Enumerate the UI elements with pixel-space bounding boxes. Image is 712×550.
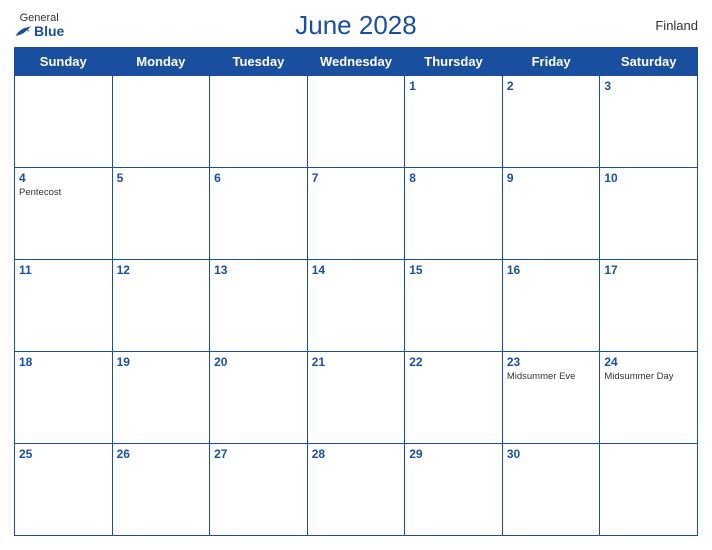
- calendar-cell: [307, 76, 405, 168]
- calendar-cell: 21: [307, 352, 405, 444]
- logo: General Blue: [14, 13, 64, 38]
- calendar-cell: [15, 76, 113, 168]
- calendar-cell: 23 Midsummer Eve: [502, 352, 600, 444]
- calendar-week-row: 18 19 20 21 22 23 Midsummer Eve 24 Midsummer Day: [15, 352, 698, 444]
- header-sunday: Sunday: [15, 48, 113, 76]
- day-number: 5: [117, 171, 206, 185]
- header-thursday: Thursday: [405, 48, 503, 76]
- weekday-header-row: Sunday Monday Tuesday Wednesday Thursday…: [15, 48, 698, 76]
- day-number: 23: [507, 355, 596, 369]
- calendar-cell: 12: [112, 260, 210, 352]
- calendar-week-row: 4 Pentecost 56789 10: [15, 168, 698, 260]
- calendar-cell: [600, 444, 698, 536]
- day-number: 29: [409, 447, 498, 461]
- header-tuesday: Tuesday: [210, 48, 308, 76]
- day-number: 28: [312, 447, 401, 461]
- calendar-cell: 9: [502, 168, 600, 260]
- calendar-cell: 4 Pentecost: [15, 168, 113, 260]
- day-number: 18: [19, 355, 108, 369]
- day-number: 30: [507, 447, 596, 461]
- day-number: 11: [19, 263, 108, 277]
- calendar-cell: 5: [112, 168, 210, 260]
- day-number: 25: [19, 447, 108, 461]
- calendar-cell: 8: [405, 168, 503, 260]
- calendar-cell: 3: [600, 76, 698, 168]
- calendar-cell: 25: [15, 444, 113, 536]
- day-number: 16: [507, 263, 596, 277]
- calendar-cell: 27: [210, 444, 308, 536]
- calendar-header: General Blue June 2028 Finland: [14, 10, 698, 41]
- calendar-cell: 30: [502, 444, 600, 536]
- calendar-cell: 14: [307, 260, 405, 352]
- calendar-cell: 7: [307, 168, 405, 260]
- holiday-name: Pentecost: [19, 187, 108, 198]
- header-monday: Monday: [112, 48, 210, 76]
- holiday-name: Midsummer Eve: [507, 371, 596, 382]
- calendar-cell: 10: [600, 168, 698, 260]
- calendar-cell: 26: [112, 444, 210, 536]
- header-saturday: Saturday: [600, 48, 698, 76]
- day-number: 26: [117, 447, 206, 461]
- calendar-cell: 15: [405, 260, 503, 352]
- calendar-cell: 6: [210, 168, 308, 260]
- calendar-cell: 28: [307, 444, 405, 536]
- header-wednesday: Wednesday: [307, 48, 405, 76]
- logo-bird-icon: [14, 24, 32, 38]
- calendar-cell: 22: [405, 352, 503, 444]
- calendar-cell: 13: [210, 260, 308, 352]
- calendar-cell: 19: [112, 352, 210, 444]
- day-number: 8: [409, 171, 498, 185]
- calendar-cell: 11: [15, 260, 113, 352]
- day-number: 24: [604, 355, 693, 369]
- calendar-cell: 20: [210, 352, 308, 444]
- day-number: 4: [19, 171, 108, 185]
- holiday-name: Midsummer Day: [604, 371, 693, 382]
- calendar-cell: 17: [600, 260, 698, 352]
- calendar-week-row: 11 12 13 14 15 16 17: [15, 260, 698, 352]
- calendar-title: June 2028: [295, 10, 416, 41]
- calendar-cell: 1: [405, 76, 503, 168]
- day-number: 6: [214, 171, 303, 185]
- day-number: 22: [409, 355, 498, 369]
- logo-blue-text: Blue: [14, 24, 64, 38]
- day-number: 2: [507, 79, 596, 93]
- calendar-table: Sunday Monday Tuesday Wednesday Thursday…: [14, 47, 698, 536]
- day-number: 3: [604, 79, 693, 93]
- day-number: 12: [117, 263, 206, 277]
- calendar-week-row: 25 26 27 28 29 30: [15, 444, 698, 536]
- day-number: 13: [214, 263, 303, 277]
- day-number: 15: [409, 263, 498, 277]
- calendar-cell: [112, 76, 210, 168]
- day-number: 21: [312, 355, 401, 369]
- day-number: 14: [312, 263, 401, 277]
- calendar-cell: 2: [502, 76, 600, 168]
- day-number: 19: [117, 355, 206, 369]
- day-number: 27: [214, 447, 303, 461]
- calendar-wrapper: General Blue June 2028 Finland Sunday Mo…: [0, 0, 712, 550]
- header-friday: Friday: [502, 48, 600, 76]
- day-number: 17: [604, 263, 693, 277]
- day-number: 9: [507, 171, 596, 185]
- day-number: 10: [604, 171, 693, 185]
- day-number: 20: [214, 355, 303, 369]
- calendar-cell: [210, 76, 308, 168]
- calendar-cell: 29: [405, 444, 503, 536]
- calendar-week-row: 123: [15, 76, 698, 168]
- country-label: Finland: [655, 18, 698, 33]
- calendar-cell: 24 Midsummer Day: [600, 352, 698, 444]
- day-number: 7: [312, 171, 401, 185]
- calendar-cell: 16: [502, 260, 600, 352]
- day-number: 1: [409, 79, 498, 93]
- calendar-cell: 18: [15, 352, 113, 444]
